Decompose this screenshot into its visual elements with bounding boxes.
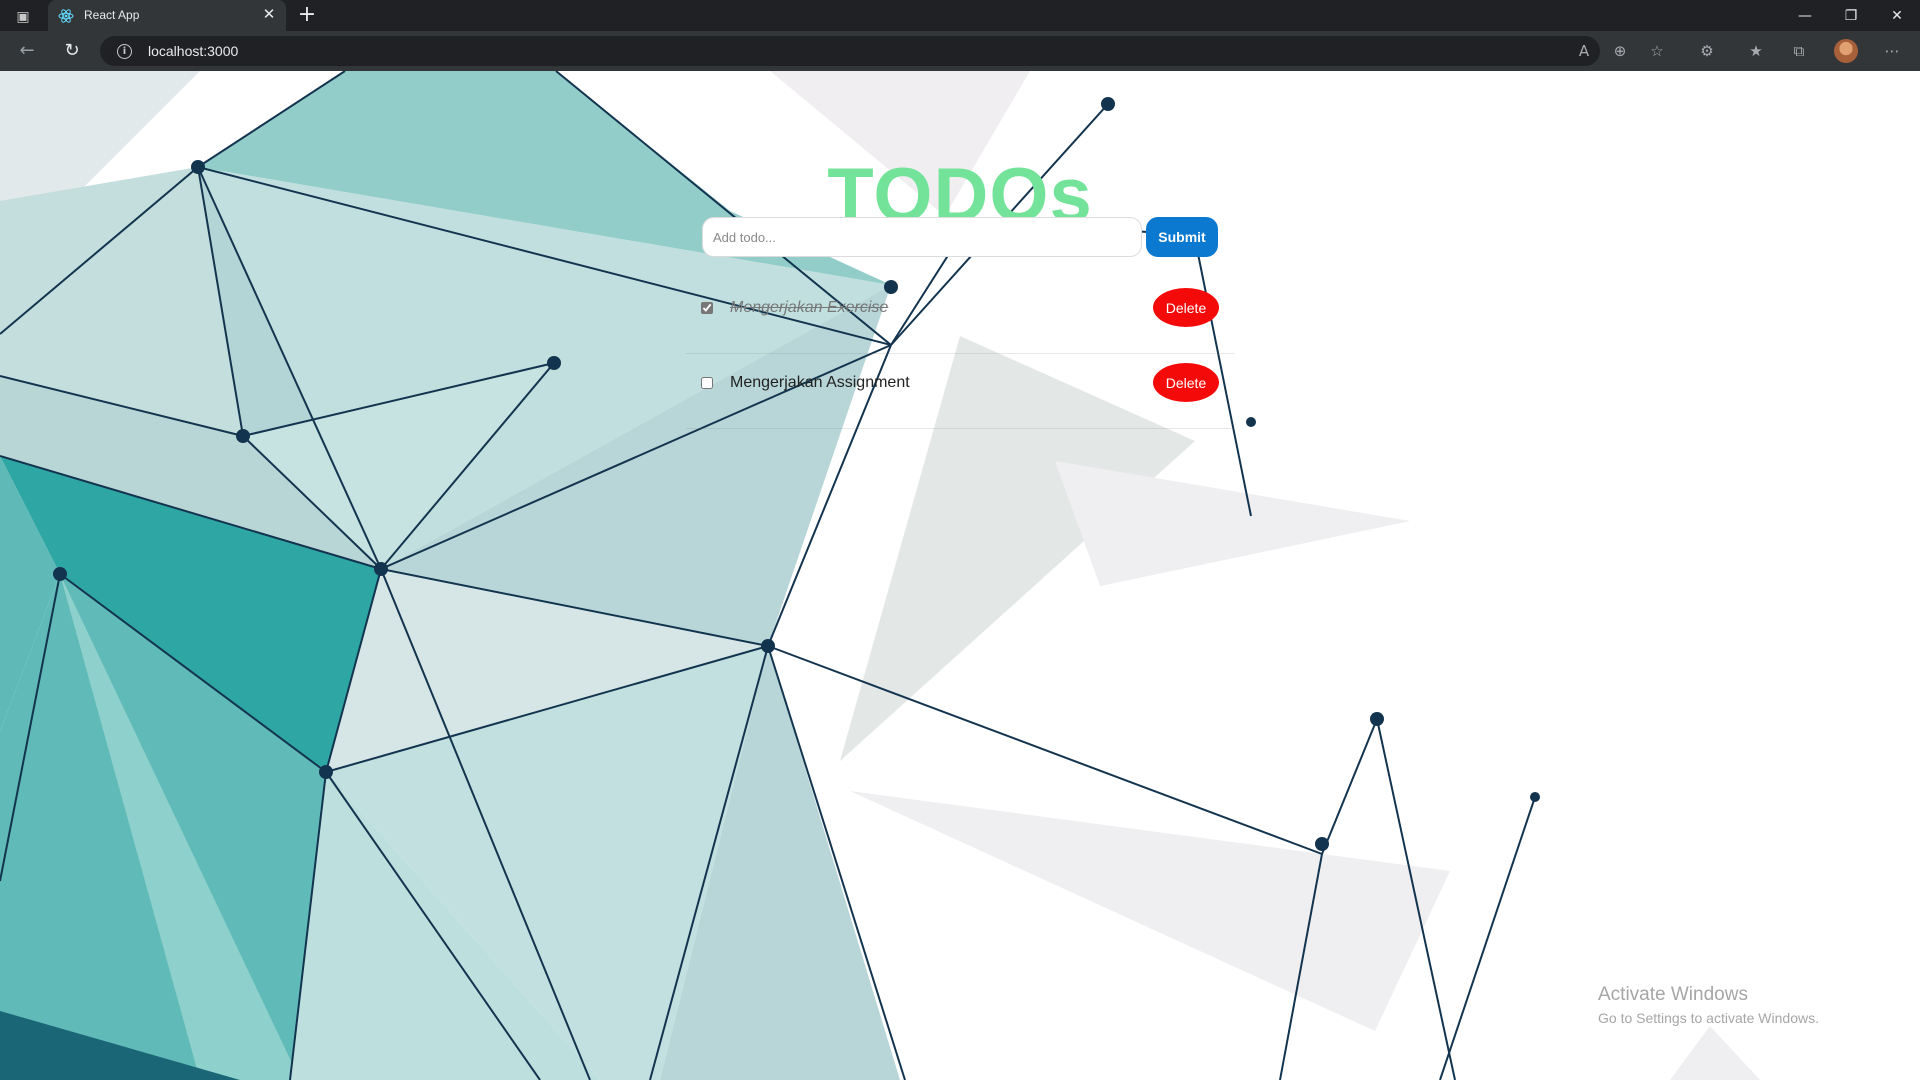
tab-bar: ▣ React App ✕ + — ❐ ✕ xyxy=(0,0,1920,31)
window-controls: — ❐ ✕ xyxy=(1782,0,1920,31)
delete-button[interactable]: Delete xyxy=(1153,288,1219,327)
todo-list: Mengerjakan Exercise Delete Mengerjakan … xyxy=(686,279,1234,429)
close-window-icon[interactable]: ✕ xyxy=(1874,0,1920,31)
tab-title: React App xyxy=(84,8,140,22)
add-favorite-icon[interactable]: ☆ xyxy=(1645,39,1669,63)
tab-actions-icon[interactable]: ▣ xyxy=(14,7,32,25)
page-viewport: TODOs Submit Mengerjakan Exercise Delete… xyxy=(0,71,1920,1080)
browser-toolbar: ← ↻ i localhost:3000 A ⊕ ☆ ⚙ ★ ⧉ ⋯ xyxy=(0,31,1920,71)
close-tab-icon[interactable]: ✕ xyxy=(260,6,278,24)
address-bar[interactable]: i localhost:3000 xyxy=(100,36,1600,66)
todo-checkbox[interactable] xyxy=(701,377,713,389)
reload-icon[interactable]: ↻ xyxy=(60,39,84,63)
more-menu-icon[interactable]: ⋯ xyxy=(1880,39,1904,63)
todo-text: Mengerjakan Exercise xyxy=(730,299,889,316)
delete-button[interactable]: Delete xyxy=(1153,363,1219,402)
submit-button[interactable]: Submit xyxy=(1146,217,1218,257)
react-logo-icon xyxy=(58,9,74,23)
read-aloud-icon[interactable]: A xyxy=(1572,39,1596,63)
site-info-icon[interactable]: i xyxy=(117,44,132,59)
todo-text: Mengerjakan Assignment xyxy=(730,374,910,391)
restore-icon[interactable]: ❐ xyxy=(1828,0,1874,31)
todo-checkbox[interactable] xyxy=(701,302,713,314)
watermark-title: Activate Windows xyxy=(1598,984,1748,1005)
zoom-icon[interactable]: ⊕ xyxy=(1608,39,1632,63)
add-todo-form: Submit xyxy=(702,217,1222,257)
minimize-icon[interactable]: — xyxy=(1782,0,1828,31)
back-icon[interactable]: ← xyxy=(15,39,39,63)
url-text: localhost:3000 xyxy=(148,43,239,59)
new-tab-button[interactable]: + xyxy=(296,4,318,26)
todo-item: Mengerjakan Exercise Delete xyxy=(686,279,1234,354)
profile-avatar[interactable] xyxy=(1834,39,1858,63)
browser-tab[interactable]: React App ✕ xyxy=(48,0,286,31)
collections-icon[interactable]: ⧉ xyxy=(1787,39,1811,63)
extensions-icon[interactable]: ⚙ xyxy=(1695,39,1719,63)
favorites-icon[interactable]: ★ xyxy=(1744,39,1768,63)
todo-item: Mengerjakan Assignment Delete xyxy=(686,354,1234,429)
add-todo-input[interactable] xyxy=(702,217,1142,257)
activate-windows-watermark: Activate Windows Go to Settings to activ… xyxy=(1598,984,1819,1026)
watermark-subtitle: Go to Settings to activate Windows. xyxy=(1598,1010,1819,1026)
